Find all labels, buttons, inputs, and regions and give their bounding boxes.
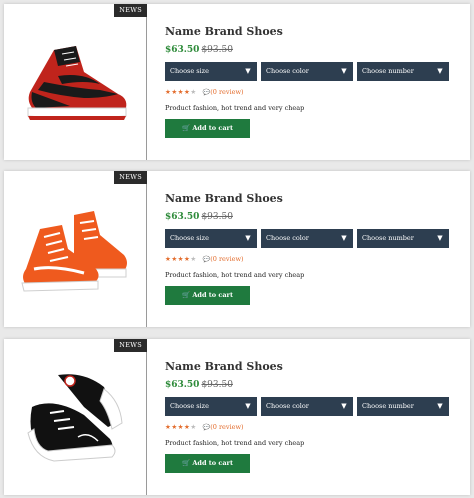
color-select-label: Choose color	[266, 402, 309, 410]
rating: ★★★★★ 💬(0 review)	[165, 88, 244, 96]
number-select-label: Choose number	[362, 234, 414, 242]
size-select-label: Choose size	[170, 402, 209, 410]
current-price: $63.50	[165, 212, 200, 222]
size-select[interactable]: Choose size ▼	[165, 229, 257, 248]
product-title[interactable]: Name Brand Shoes	[165, 192, 283, 205]
shoe-image-black-white-sneakers[interactable]	[14, 367, 134, 467]
price: $63.50 $93.50	[165, 380, 233, 390]
product-title[interactable]: Name Brand Shoes	[165, 25, 283, 38]
news-badge: NEWS	[114, 171, 147, 184]
add-to-cart-label: Add to cart	[192, 291, 233, 299]
number-select[interactable]: Choose number ▼	[357, 229, 449, 248]
current-price: $63.50	[165, 45, 200, 55]
star-rating-icon: ★★★★★	[165, 255, 197, 263]
product-info: Name Brand Shoes $63.50 $93.50 Choose siz…	[165, 171, 470, 327]
chevron-down-icon[interactable]: ▼	[431, 397, 449, 416]
chevron-down-icon[interactable]: ▼	[431, 229, 449, 248]
product-title[interactable]: Name Brand Shoes	[165, 360, 283, 373]
add-to-cart-button[interactable]: 🛒 Add to cart	[165, 454, 250, 473]
shoe-image-orange-sneakers[interactable]	[14, 199, 134, 299]
cart-icon: 🛒	[182, 124, 191, 132]
add-to-cart-label: Add to cart	[192, 459, 233, 467]
product-card: NEWS Name Brand Shoes $63.50 $93.50 Choos…	[4, 4, 470, 160]
product-info: Name Brand Shoes $63.50 $93.50 Choose siz…	[165, 339, 470, 495]
product-description: Product fashion, hot trend and very chea…	[165, 104, 305, 112]
product-card: NEWS Name Brand Shoes $63.50 $93.50 Choos…	[4, 339, 470, 495]
product-description: Product fashion, hot trend and very chea…	[165, 271, 305, 279]
product-image-pane[interactable]: NEWS	[4, 4, 147, 160]
number-select-label: Choose number	[362, 402, 414, 410]
number-select[interactable]: Choose number ▼	[357, 62, 449, 81]
color-select[interactable]: Choose color ▼	[261, 62, 353, 81]
product-description: Product fashion, hot trend and very chea…	[165, 439, 305, 447]
cart-icon: 🛒	[182, 291, 191, 299]
chevron-down-icon[interactable]: ▼	[335, 62, 353, 81]
add-to-cart-label: Add to cart	[192, 124, 233, 132]
price: $63.50 $93.50	[165, 45, 233, 55]
product-image-pane[interactable]: NEWS	[4, 339, 147, 495]
star-rating-icon: ★★★★★	[165, 423, 197, 431]
color-select[interactable]: Choose color ▼	[261, 397, 353, 416]
rating: ★★★★★ 💬(0 review)	[165, 255, 244, 263]
size-select[interactable]: Choose size ▼	[165, 62, 257, 81]
size-select-label: Choose size	[170, 67, 209, 75]
shoe-image-high-top-black-red[interactable]	[14, 32, 134, 132]
size-select[interactable]: Choose size ▼	[165, 397, 257, 416]
color-select-label: Choose color	[266, 234, 309, 242]
review-link[interactable]: 💬(0 review)	[203, 255, 244, 263]
chevron-down-icon[interactable]: ▼	[239, 229, 257, 248]
size-select-label: Choose size	[170, 234, 209, 242]
news-badge: NEWS	[114, 339, 147, 352]
price: $63.50 $93.50	[165, 212, 233, 222]
rating: ★★★★★ 💬(0 review)	[165, 423, 244, 431]
chevron-down-icon[interactable]: ▼	[239, 397, 257, 416]
chevron-down-icon[interactable]: ▼	[335, 229, 353, 248]
old-price: $93.50	[201, 380, 233, 390]
review-link[interactable]: 💬(0 review)	[203, 88, 244, 96]
review-count: (0 review)	[210, 423, 244, 431]
chevron-down-icon[interactable]: ▼	[239, 62, 257, 81]
star-rating-icon: ★★★★★	[165, 88, 197, 96]
product-info: Name Brand Shoes $63.50 $93.50 Choose siz…	[165, 4, 470, 160]
add-to-cart-button[interactable]: 🛒 Add to cart	[165, 119, 250, 138]
chevron-down-icon[interactable]: ▼	[431, 62, 449, 81]
add-to-cart-button[interactable]: 🛒 Add to cart	[165, 286, 250, 305]
old-price: $93.50	[201, 212, 233, 222]
current-price: $63.50	[165, 380, 200, 390]
color-select[interactable]: Choose color ▼	[261, 229, 353, 248]
review-count: (0 review)	[210, 88, 244, 96]
review-count: (0 review)	[210, 255, 244, 263]
review-link[interactable]: 💬(0 review)	[203, 423, 244, 431]
color-select-label: Choose color	[266, 67, 309, 75]
number-select[interactable]: Choose number ▼	[357, 397, 449, 416]
news-badge: NEWS	[114, 4, 147, 17]
old-price: $93.50	[201, 45, 233, 55]
product-card: NEWS Name Brand Shoes $63.50 $93.50 Choos…	[4, 171, 470, 327]
number-select-label: Choose number	[362, 67, 414, 75]
cart-icon: 🛒	[182, 459, 191, 467]
product-image-pane[interactable]: NEWS	[4, 171, 147, 327]
chevron-down-icon[interactable]: ▼	[335, 397, 353, 416]
